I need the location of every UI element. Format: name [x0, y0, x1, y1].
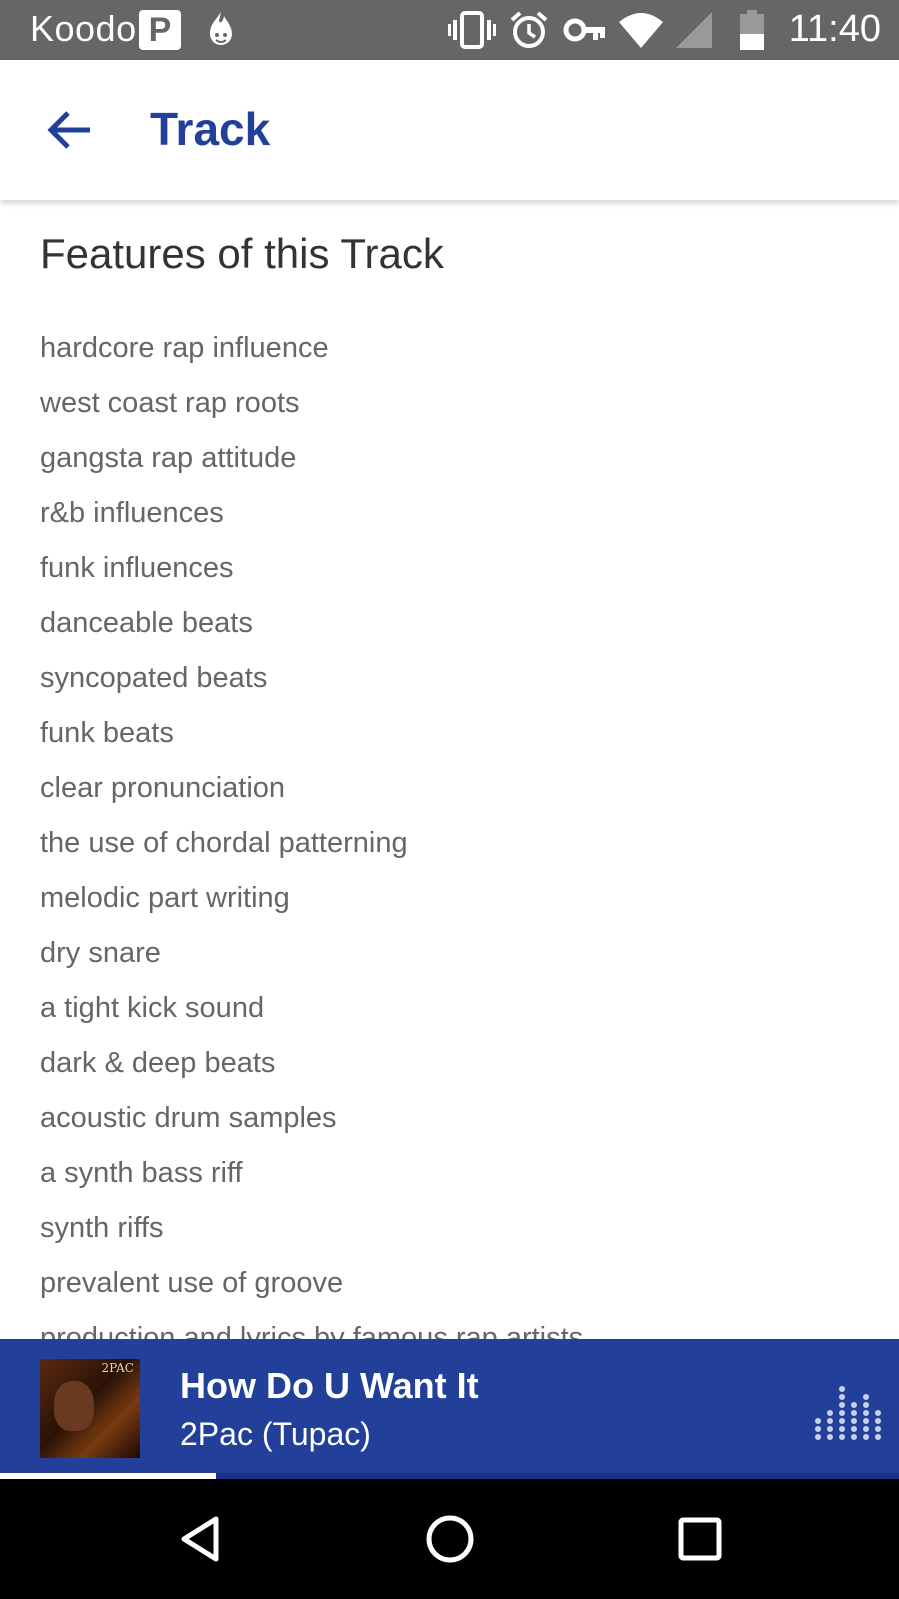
page-title: Track: [150, 103, 271, 155]
feature-item: r&b influences: [40, 497, 224, 529]
section-title: Features of this Track: [40, 230, 444, 277]
equalizer-icon[interactable]: [812, 1383, 884, 1443]
feature-item: dry snare: [40, 937, 161, 969]
feature-item: the use of chordal patterning: [40, 827, 408, 859]
status-bar: Koodo P 11:40: [0, 0, 899, 60]
feature-item: acoustic drum samples: [40, 1102, 337, 1134]
feature-item: funk beats: [40, 717, 174, 749]
wifi-icon: [619, 13, 663, 48]
carrier-name: Koodo: [30, 8, 137, 49]
feature-item: melodic part writing: [40, 882, 290, 914]
feature-item: syncopated beats: [40, 662, 268, 694]
vpn-key-icon: [563, 18, 605, 42]
feature-item: hardcore rap influence: [40, 332, 329, 364]
feature-item: a synth bass riff: [40, 1157, 243, 1189]
feature-item: clear pronunciation: [40, 772, 286, 804]
now-playing-artist: 2Pac (Tupac): [180, 1416, 371, 1452]
home-circle-icon: [426, 1515, 474, 1563]
feature-item: prevalent use of groove: [40, 1267, 344, 1299]
nav-home-button[interactable]: [420, 1509, 480, 1569]
back-triangle-icon: [181, 1516, 219, 1562]
feature-item: production and lyrics by famous rap arti…: [40, 1322, 584, 1340]
features-list: hardcore rap influence west coast rap ro…: [40, 321, 583, 1340]
arrow-left-icon: [47, 111, 90, 149]
feature-item: gangsta rap attitude: [40, 442, 297, 474]
parking-icon: P: [139, 10, 181, 50]
album-art-text: 2PAC: [101, 1361, 134, 1375]
clock: 11:40: [788, 8, 881, 50]
feature-item: funk influences: [40, 552, 234, 584]
feature-item: dark & deep beats: [40, 1047, 276, 1079]
features-section: Features of this Track hardcore rap infl…: [0, 200, 899, 1340]
vibrate-icon: [448, 11, 496, 49]
nav-recents-button[interactable]: [670, 1509, 730, 1569]
feature-item: a tight kick sound: [40, 992, 265, 1024]
now-playing-bar[interactable]: 2PAC How Do U Want It 2Pac (Tupac): [0, 1339, 899, 1477]
nav-back-button[interactable]: [172, 1509, 232, 1569]
system-nav-bar: [0, 1479, 899, 1599]
alarm-icon: [510, 11, 548, 48]
now-playing-title: How Do U Want It: [180, 1365, 479, 1406]
feature-item: synth riffs: [40, 1212, 164, 1244]
flame-app-icon: [210, 12, 232, 45]
battery-icon: [740, 10, 764, 50]
app-bar: Track: [0, 60, 899, 200]
recents-square-icon: [678, 1517, 722, 1561]
cell-signal-icon: [676, 12, 712, 48]
feature-item: danceable beats: [40, 607, 253, 639]
back-button[interactable]: [40, 100, 100, 160]
feature-item: west coast rap roots: [40, 387, 300, 419]
album-art: 2PAC: [40, 1359, 140, 1458]
